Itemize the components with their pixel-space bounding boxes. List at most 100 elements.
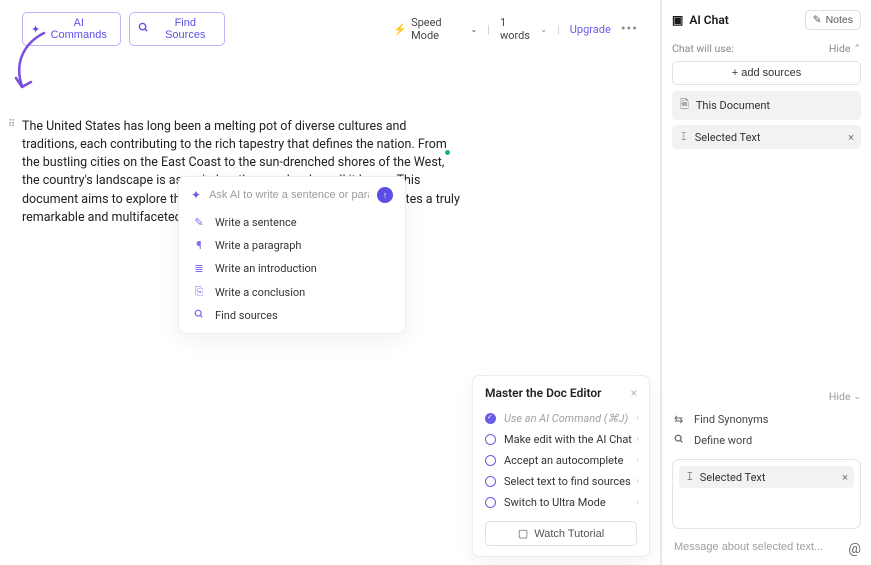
search-icon	[674, 434, 686, 447]
note-icon: ✎	[813, 14, 822, 26]
toolbar-center: ⚡ Speed Mode ⌄ | 1 words ⌄ | Upgrade •••	[393, 16, 638, 42]
hide-tools-button[interactable]: Hide ⌄	[829, 390, 861, 403]
separator: |	[487, 23, 490, 36]
tutorial-item-label: Switch to Ultra Mode	[504, 496, 606, 509]
close-icon[interactable]: ×	[631, 386, 637, 400]
chip-label: This Document	[696, 99, 770, 112]
separator: |	[557, 23, 560, 36]
circle-icon	[485, 497, 496, 508]
hide-sources-button[interactable]: Hide ⌃	[829, 42, 861, 55]
notes-button[interactable]: ✎ Notes	[805, 10, 861, 30]
chevron-down-icon: ⌄	[540, 25, 547, 34]
chevron-right-icon: ›	[636, 455, 639, 466]
document-icon: 🗎	[680, 96, 689, 115]
tool-find-synonyms[interactable]: ⇆ Find Synonyms	[672, 409, 861, 430]
chevron-up-icon: ⌃	[853, 44, 861, 54]
paragraph-icon: ¶	[193, 239, 205, 252]
watch-tutorial-button[interactable]: ▢ Watch Tutorial	[485, 521, 637, 546]
ai-item-label: Find sources	[215, 309, 278, 322]
close-icon[interactable]: ×	[848, 131, 854, 144]
chat-will-use-label: Chat will use:	[672, 42, 734, 55]
tutorial-title: Master the Doc Editor	[485, 386, 601, 400]
chat-message-input[interactable]	[672, 539, 861, 555]
tutorial-item-label: Make edit with the AI Chat	[504, 433, 632, 446]
selected-text-label: Selected Text	[700, 471, 766, 484]
selected-text-box: 𝙸 Selected Text ×	[672, 459, 861, 529]
mention-button[interactable]: @	[848, 541, 861, 557]
tutorial-item-ultra-mode[interactable]: Switch to Ultra Mode ›	[485, 492, 637, 513]
chevron-right-icon: ›	[636, 476, 639, 487]
chat-icon: ▣	[672, 13, 683, 27]
checkmark-icon	[485, 413, 496, 424]
tutorial-item-label: Use an AI Command (⌘J)	[504, 412, 628, 425]
circle-icon	[485, 476, 496, 487]
drag-handle-icon[interactable]: ⠿	[8, 120, 14, 130]
ai-item-label: Write a conclusion	[215, 286, 305, 299]
tool-define-word[interactable]: Define word	[672, 430, 861, 451]
sidebar-title-label: AI Chat	[689, 13, 728, 27]
ai-item-find-sources[interactable]: Find sources	[187, 304, 397, 327]
sparkle-icon: ✦	[191, 188, 201, 202]
ai-commands-button[interactable]: ✦ AI Commands	[22, 12, 121, 46]
upgrade-link[interactable]: Upgrade	[570, 23, 611, 36]
ai-item-write-sentence[interactable]: ✎ Write a sentence	[187, 211, 397, 234]
ai-command-popup: ✦ ↑ ✎ Write a sentence ¶ Write a paragra…	[178, 176, 406, 334]
ai-command-input[interactable]	[209, 189, 369, 201]
speed-mode-label: Speed Mode	[411, 16, 466, 42]
ai-chat-sidebar: ▣ AI Chat ✎ Notes Chat will use: Hide ⌃ …	[661, 0, 871, 565]
bolt-icon: ⚡	[393, 23, 407, 36]
add-sources-button[interactable]: + add sources	[672, 61, 861, 85]
intro-icon: ≣	[193, 262, 205, 275]
pen-icon: ✎	[193, 216, 205, 229]
tutorial-item-find-sources[interactable]: Select text to find sources ›	[485, 471, 637, 492]
search-icon	[138, 22, 149, 36]
more-menu-button[interactable]: •••	[621, 21, 638, 37]
text-cursor-icon: 𝙸	[686, 470, 694, 484]
chevron-down-icon: ⌄	[853, 392, 861, 402]
conclusion-icon: ⎘	[193, 285, 205, 299]
ai-commands-label: AI Commands	[45, 17, 112, 41]
sparkle-icon: ✦	[31, 23, 40, 36]
close-icon[interactable]: ×	[842, 471, 848, 484]
chip-label: Selected Text	[695, 131, 761, 144]
chevron-right-icon: ›	[636, 434, 639, 445]
find-sources-label: Find Sources	[154, 17, 216, 41]
tutorial-panel: Master the Doc Editor × Use an AI Comman…	[472, 375, 650, 557]
search-icon	[193, 309, 205, 322]
hide-label: Hide	[829, 42, 851, 55]
tool-label: Define word	[694, 434, 752, 447]
tutorial-item-ai-chat[interactable]: Make edit with the AI Chat ›	[485, 429, 637, 450]
video-icon: ▢	[518, 527, 528, 540]
chevron-down-icon: ⌄	[471, 25, 478, 34]
circle-icon	[485, 455, 496, 466]
chevron-right-icon: ›	[636, 497, 639, 508]
tool-label: Find Synonyms	[694, 413, 768, 426]
watch-tutorial-label: Watch Tutorial	[534, 528, 604, 540]
circle-icon	[485, 434, 496, 445]
ai-item-label: Write an introduction	[215, 262, 317, 275]
selected-text-header: 𝙸 Selected Text ×	[679, 466, 854, 488]
editor-area: ✦ AI Commands Find Sources ⚡ Speed Mode …	[0, 0, 661, 565]
tutorial-item-ai-command[interactable]: Use an AI Command (⌘J) ›	[485, 408, 637, 429]
notes-label: Notes	[826, 14, 853, 26]
send-button[interactable]: ↑	[377, 187, 393, 203]
ai-item-write-conclusion[interactable]: ⎘ Write a conclusion	[187, 280, 397, 304]
tutorial-item-autocomplete[interactable]: Accept an autocomplete ›	[485, 450, 637, 471]
ai-item-label: Write a sentence	[215, 216, 297, 229]
chat-sources-header: Chat will use: Hide ⌃	[672, 42, 861, 55]
swap-icon: ⇆	[674, 413, 686, 426]
find-sources-button[interactable]: Find Sources	[129, 12, 225, 46]
word-count-dropdown[interactable]: 1 words	[500, 16, 536, 42]
toolbar: ✦ AI Commands Find Sources ⚡ Speed Mode …	[22, 12, 638, 46]
sidebar-title: ▣ AI Chat	[672, 13, 729, 27]
source-chip-document[interactable]: 🗎 This Document	[672, 91, 861, 120]
speed-mode-dropdown[interactable]: ⚡ Speed Mode ⌄	[393, 16, 477, 42]
tutorial-item-label: Accept an autocomplete	[504, 454, 623, 467]
text-cursor-icon: 𝙸	[680, 130, 688, 144]
source-chip-selected-text[interactable]: 𝙸 Selected Text ×	[672, 125, 861, 149]
cursor-indicator-icon	[445, 150, 450, 155]
ai-item-write-paragraph[interactable]: ¶ Write a paragraph	[187, 234, 397, 257]
ai-item-label: Write a paragraph	[215, 239, 302, 252]
ai-item-write-intro[interactable]: ≣ Write an introduction	[187, 257, 397, 280]
chevron-right-icon: ›	[636, 413, 639, 424]
